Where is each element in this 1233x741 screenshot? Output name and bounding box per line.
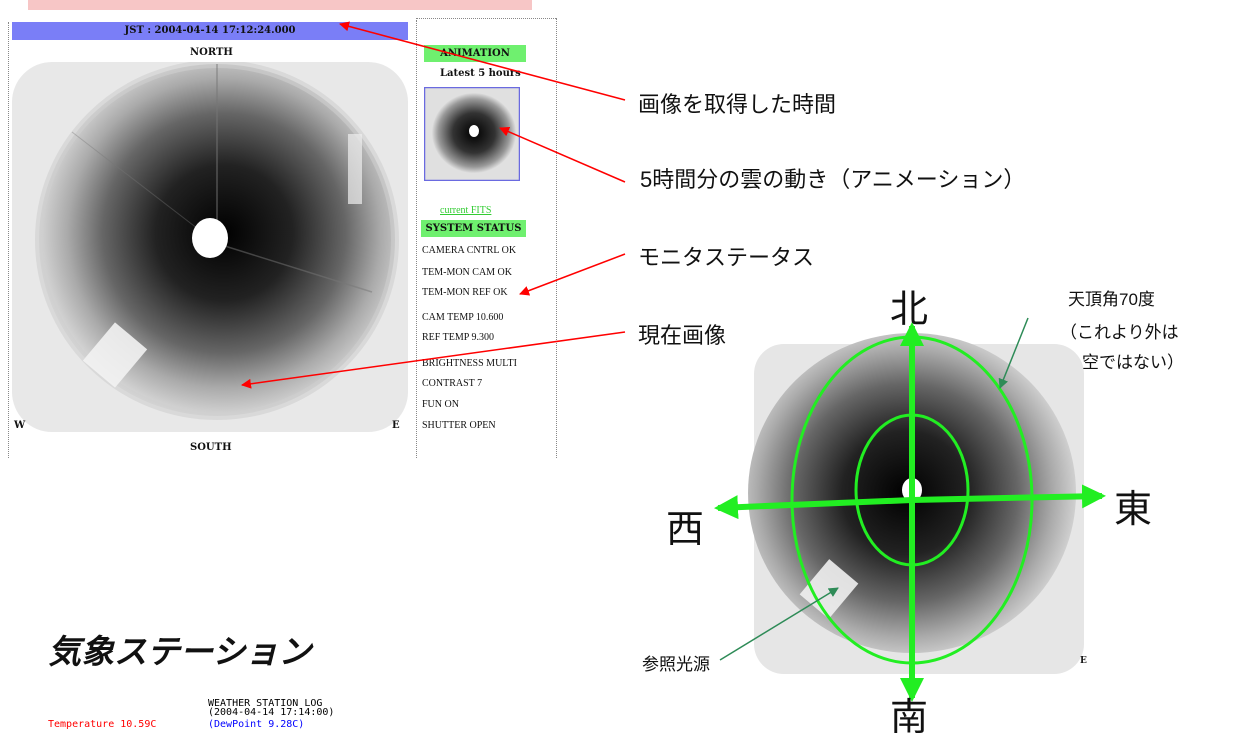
north-kanji: 北 bbox=[890, 289, 929, 331]
west-arrow bbox=[714, 495, 913, 520]
zenith-note-line1: 天頂角70度 bbox=[1068, 290, 1155, 309]
zenith-callout-line bbox=[998, 317, 1029, 389]
zenith-note-line2: （これより外は bbox=[1060, 323, 1179, 342]
reference-light-label: 参照光源 bbox=[642, 655, 710, 674]
south-kanji: 南 bbox=[890, 697, 929, 739]
weather-dewpoint: (DewPoint 9.28C) bbox=[208, 719, 305, 730]
weather-temperature: Temperature 10.59C bbox=[48, 719, 157, 730]
reference-light-callout-line bbox=[719, 587, 839, 661]
west-kanji: 西 bbox=[666, 509, 705, 551]
image-east-mark: E bbox=[1080, 656, 1087, 666]
east-arrow bbox=[911, 484, 1106, 509]
east-kanji: 東 bbox=[1114, 489, 1153, 531]
compass-overlay bbox=[714, 317, 1106, 702]
weather-log-time: (2004-04-14 17:14:00) bbox=[208, 707, 335, 718]
weather-station-title: 気象ステーション bbox=[48, 633, 312, 670]
zenith-note-line3: 空ではない） bbox=[1082, 353, 1184, 372]
